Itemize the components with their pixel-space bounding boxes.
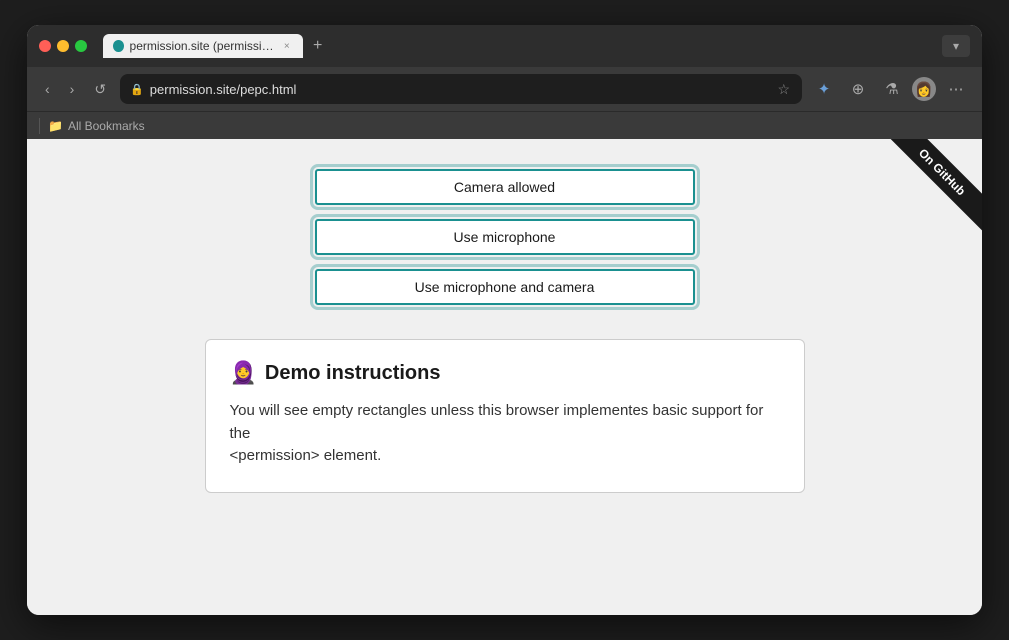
github-ribbon-label[interactable]: On GitHub [883, 139, 982, 231]
bookmarks-bar: 📁 All Bookmarks [27, 111, 982, 139]
tab-favicon [113, 40, 124, 52]
nav-bar: ‹ › ↺ 🔒 permission.site/pepc.html ☆ ✦ ⊕ … [27, 67, 982, 111]
reload-button[interactable]: ↺ [88, 77, 112, 102]
content-center: Camera allowed Use microphone Use microp… [205, 169, 805, 493]
traffic-lights [39, 40, 87, 52]
user-avatar[interactable]: 👩 [912, 77, 936, 101]
active-tab[interactable]: permission.site (permission e... × [103, 34, 303, 58]
maximize-window-button[interactable] [75, 40, 87, 52]
security-icon: 🔒 [130, 83, 144, 96]
demo-emoji: 🧕 [230, 360, 257, 386]
url-text: permission.site/pepc.html [150, 82, 770, 97]
page-content: On GitHub Camera allowed Use microphone … [27, 139, 982, 615]
title-bar: permission.site (permission e... × + ▾ [27, 25, 982, 67]
camera-allowed-button[interactable]: Camera allowed [315, 169, 695, 205]
github-ribbon: On GitHub [862, 139, 982, 259]
window-controls-right: ▾ [942, 35, 970, 57]
demo-title-text: Demo instructions [265, 362, 441, 385]
demo-body: You will see empty rectangles unless thi… [230, 400, 780, 468]
close-window-button[interactable] [39, 40, 51, 52]
forward-button[interactable]: › [64, 77, 81, 101]
bookmarks-text: All Bookmarks [68, 119, 145, 133]
star-icon[interactable]: ☆ [775, 79, 792, 100]
toolbar-actions: ✦ ⊕ ⚗ 👩 ⋯ [810, 75, 970, 103]
address-bar[interactable]: 🔒 permission.site/pepc.html ☆ [120, 74, 802, 104]
tab-bar: permission.site (permission e... × + [103, 34, 934, 58]
demo-instructions-box: 🧕 Demo instructions You will see empty r… [205, 339, 805, 493]
bookmarks-divider [39, 118, 40, 134]
tab-label: permission.site (permission e... [130, 39, 275, 53]
minimize-window-button[interactable] [57, 40, 69, 52]
new-tab-button[interactable]: + [307, 37, 328, 55]
lab-button[interactable]: ⚗ [878, 75, 906, 103]
magic-button[interactable]: ✦ [810, 75, 838, 103]
all-bookmarks-link[interactable]: 📁 All Bookmarks [48, 119, 145, 133]
back-button[interactable]: ‹ [39, 77, 56, 101]
demo-title: 🧕 Demo instructions [230, 360, 780, 386]
shield-button[interactable]: ⊕ [844, 75, 872, 103]
folder-icon: 📁 [48, 119, 63, 133]
more-button[interactable]: ⋯ [942, 75, 970, 103]
expand-button[interactable]: ▾ [942, 35, 970, 57]
browser-window: permission.site (permission e... × + ▾ ‹… [27, 25, 982, 615]
use-microphone-button[interactable]: Use microphone [315, 219, 695, 255]
address-actions: ☆ [775, 79, 792, 100]
tab-close-button[interactable]: × [281, 39, 293, 53]
use-microphone-camera-button[interactable]: Use microphone and camera [315, 269, 695, 305]
